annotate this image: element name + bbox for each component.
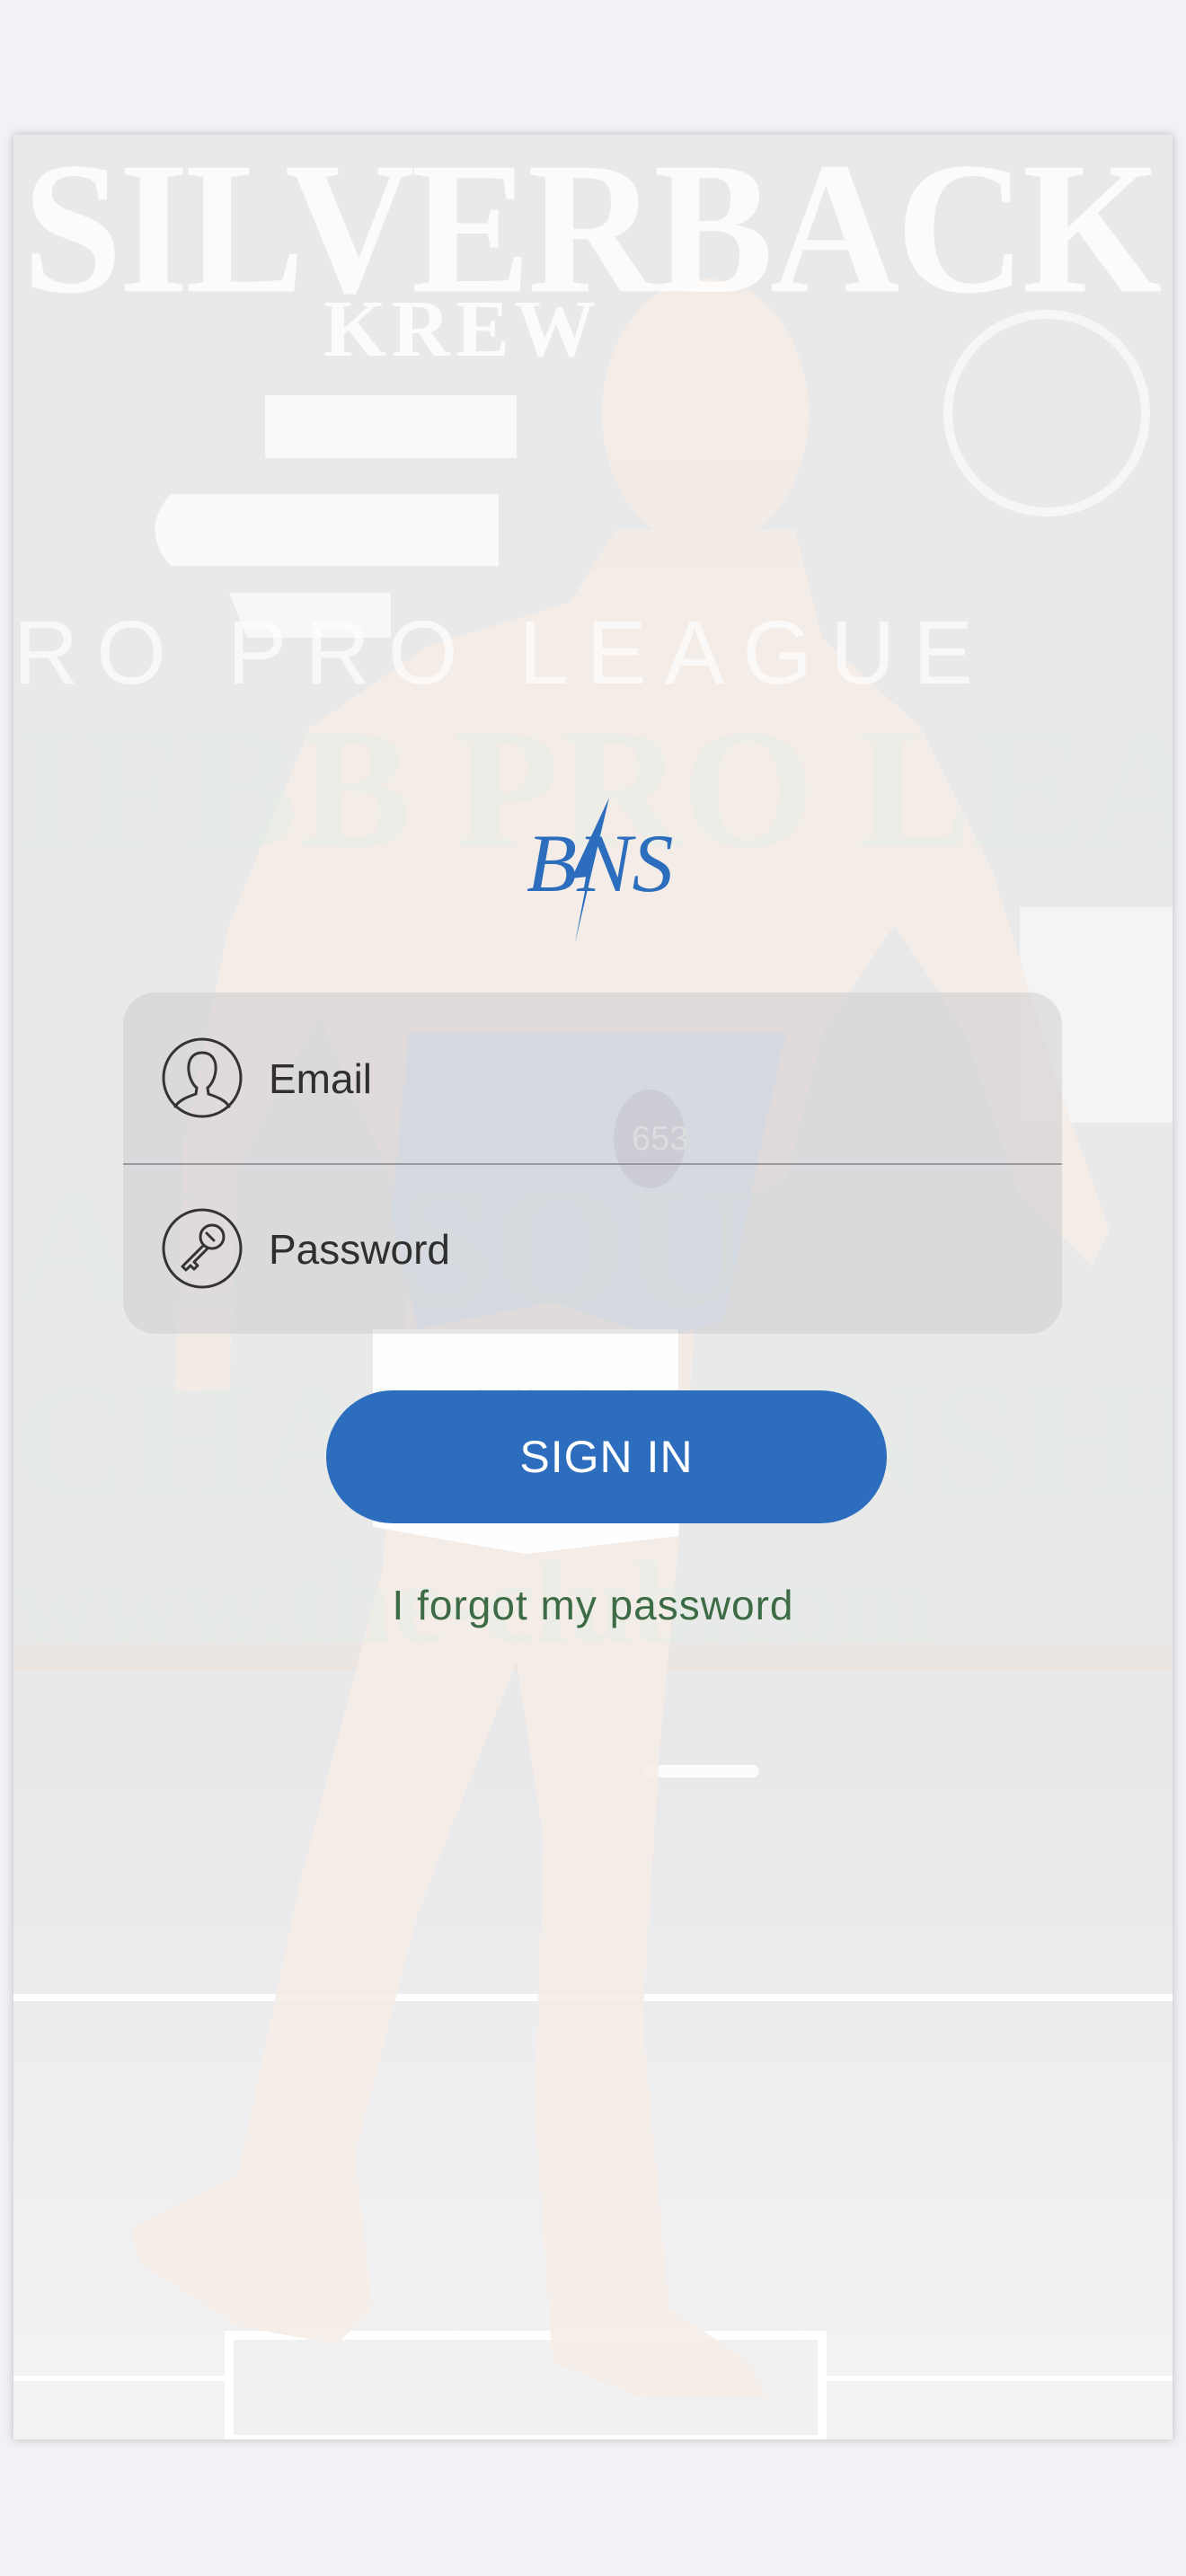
login-form — [123, 992, 1062, 1334]
email-row — [123, 997, 1062, 1159]
password-row — [123, 1168, 1062, 1329]
password-field[interactable] — [267, 1213, 1025, 1286]
sign-in-button[interactable]: SIGN IN — [326, 1390, 887, 1523]
login-screen: 653 SILVERBACK KREW RO PRO LEAGUE IFBB P… — [13, 135, 1173, 2439]
user-silhouette-icon — [161, 1037, 243, 1119]
email-field[interactable] — [267, 1042, 1025, 1116]
banner-text: RO PRO LEAGUE — [13, 603, 991, 703]
banner-text: KREW — [323, 285, 602, 374]
bns-logo: BNS — [521, 790, 674, 943]
forgot-password-link[interactable]: I forgot my password — [13, 1581, 1173, 1629]
key-icon — [161, 1207, 243, 1290]
field-divider — [123, 1163, 1062, 1165]
